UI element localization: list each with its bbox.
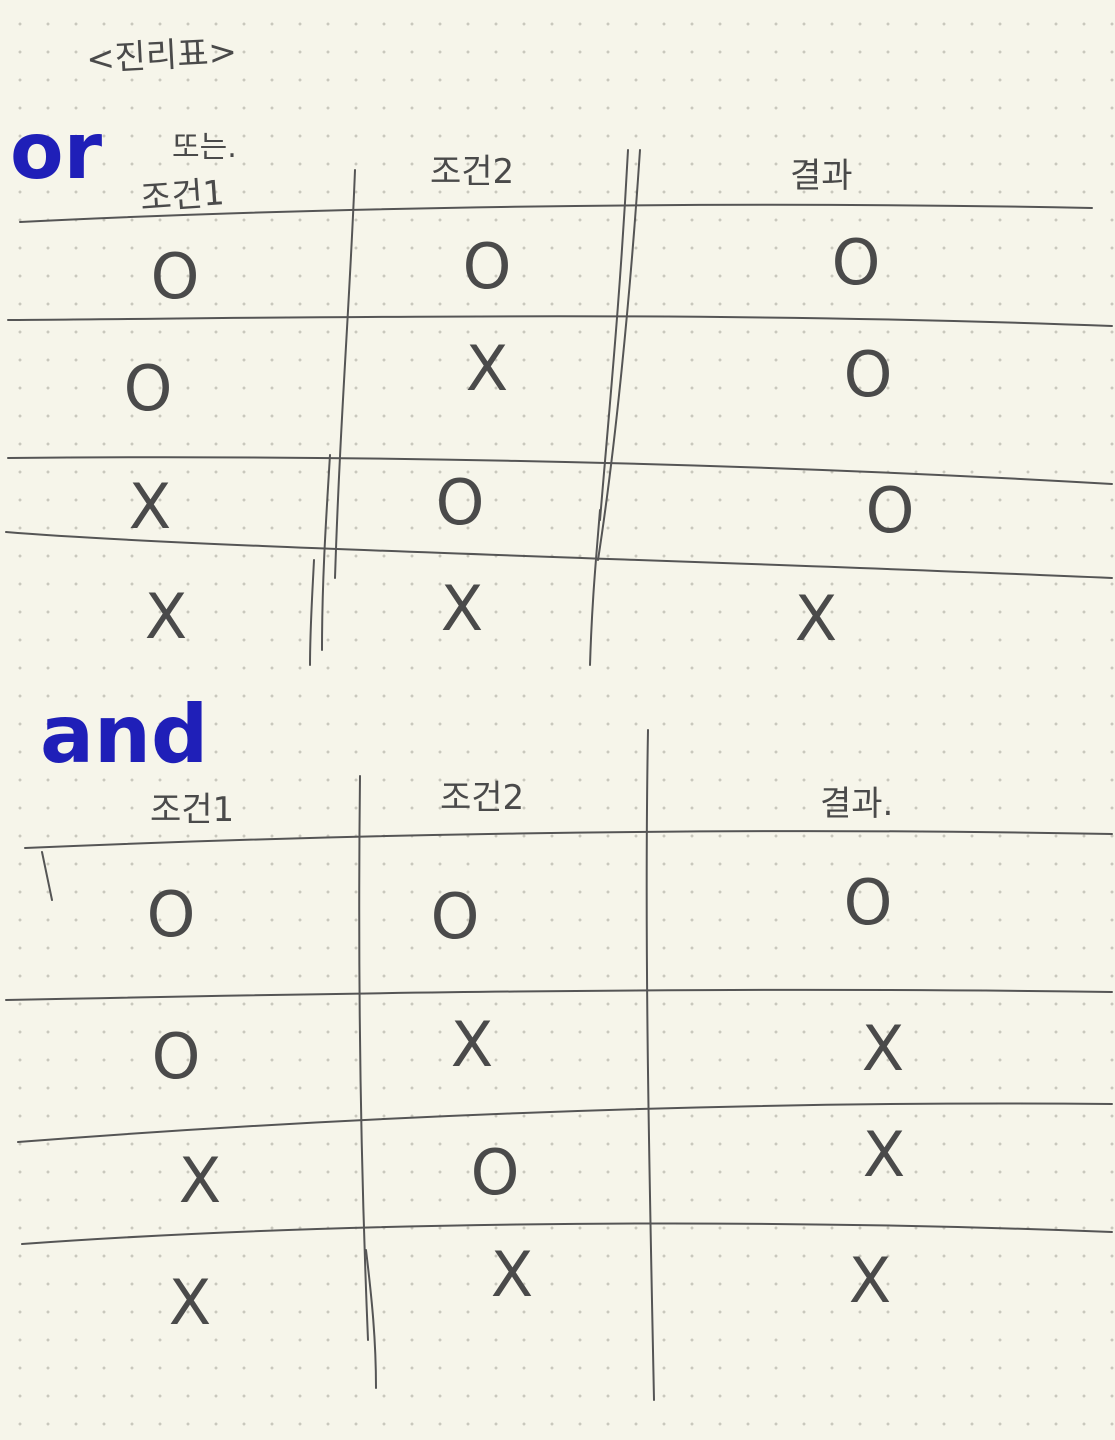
or-operator-label: or [10, 107, 103, 197]
or-row3-condition1: X [128, 470, 172, 543]
and-row4-condition2: X [490, 1238, 534, 1311]
or-row2-result: O [843, 338, 893, 411]
or-row4-condition1: X [144, 580, 188, 653]
and-row1-condition1: O [146, 878, 196, 951]
and-row2-condition2: X [450, 1008, 494, 1081]
and-row2-condition1: O [151, 1020, 201, 1093]
and-header-condition1: 조건1 [150, 790, 235, 830]
or-row3-condition2: O [435, 466, 485, 539]
and-header-result: 결과. [820, 784, 894, 824]
and-row1-condition2: O [430, 880, 480, 953]
or-row1-condition1: O [150, 240, 200, 313]
or-row2-condition2: X [465, 332, 509, 405]
and-header-condition2: 조건2 [440, 778, 525, 818]
and-row3-condition2: O [470, 1136, 520, 1209]
or-header-result: 결과 [790, 156, 853, 196]
or-row1-condition2: O [462, 230, 512, 303]
and-row4-condition1: X [168, 1266, 212, 1339]
or-row4-condition2: X [440, 572, 484, 645]
and-row3-result: X [862, 1118, 906, 1191]
and-row3-condition1: X [178, 1144, 222, 1217]
and-row2-result: X [861, 1012, 905, 1085]
or-row2-condition1: O [123, 352, 173, 425]
and-row1-result: O [843, 866, 893, 939]
or-note: 또는. [172, 130, 237, 165]
or-header-condition2: 조건2 [430, 152, 515, 192]
or-row4-result: X [794, 582, 838, 655]
or-row3-result: O [865, 474, 915, 547]
or-row1-result: O [831, 226, 881, 299]
page-title: <진리표> [85, 32, 238, 80]
and-row4-result: X [848, 1244, 892, 1317]
and-operator-label: and [40, 688, 209, 781]
or-header-condition1: 조건1 [138, 173, 226, 219]
